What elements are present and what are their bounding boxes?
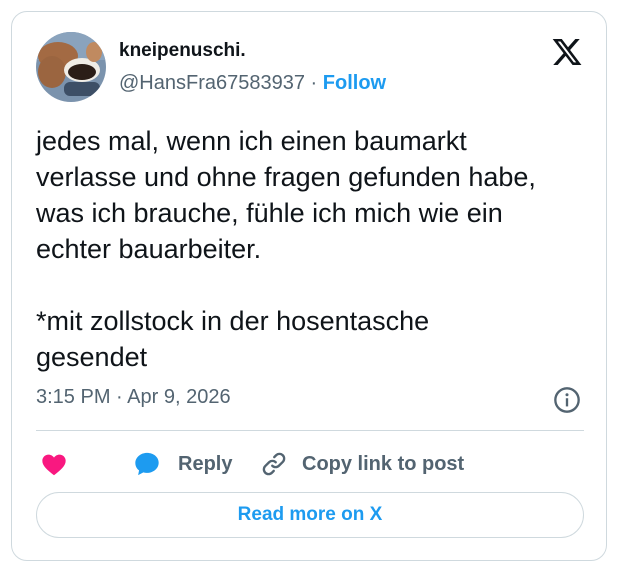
reply-label: Reply xyxy=(178,452,233,475)
heart-icon xyxy=(42,454,66,476)
info-icon[interactable] xyxy=(553,386,581,414)
avatar-image xyxy=(36,32,106,102)
divider xyxy=(36,430,584,431)
tweet-date[interactable]: Apr 9, 2026 xyxy=(127,386,230,408)
x-logo-icon[interactable] xyxy=(550,36,584,68)
read-more-button[interactable]: Read more on X xyxy=(36,492,584,538)
follow-button[interactable]: Follow xyxy=(323,72,386,94)
speech-bubble-icon xyxy=(135,452,159,476)
read-more-label: Read more on X xyxy=(237,504,383,525)
tweet-text: jedes mal, wenn ich einen baumarkt verla… xyxy=(36,126,536,372)
action-bar: Reply Copy link to post xyxy=(36,444,584,484)
avatar[interactable] xyxy=(36,32,106,102)
tweet-time[interactable]: 3:15 PM xyxy=(36,386,110,408)
like-button[interactable] xyxy=(40,444,68,484)
handle[interactable]: @HansFra67583937 xyxy=(119,72,305,94)
handle-separator: · xyxy=(310,72,318,94)
copy-link-button[interactable]: Copy link to post xyxy=(260,444,464,484)
handle-row: @HansFra67583937 · Follow xyxy=(119,72,386,95)
copy-link-label: Copy link to post xyxy=(302,452,465,475)
meta-separator: · xyxy=(116,386,123,408)
reply-button[interactable]: Reply xyxy=(132,444,232,484)
tweet-card: kneipenuschi. @HansFra67583937 · Follow … xyxy=(11,11,607,561)
link-icon xyxy=(262,452,286,476)
display-name[interactable]: kneipenuschi. xyxy=(119,40,246,62)
tweet-meta: 3:15 PM · Apr 9, 2026 xyxy=(36,386,231,409)
